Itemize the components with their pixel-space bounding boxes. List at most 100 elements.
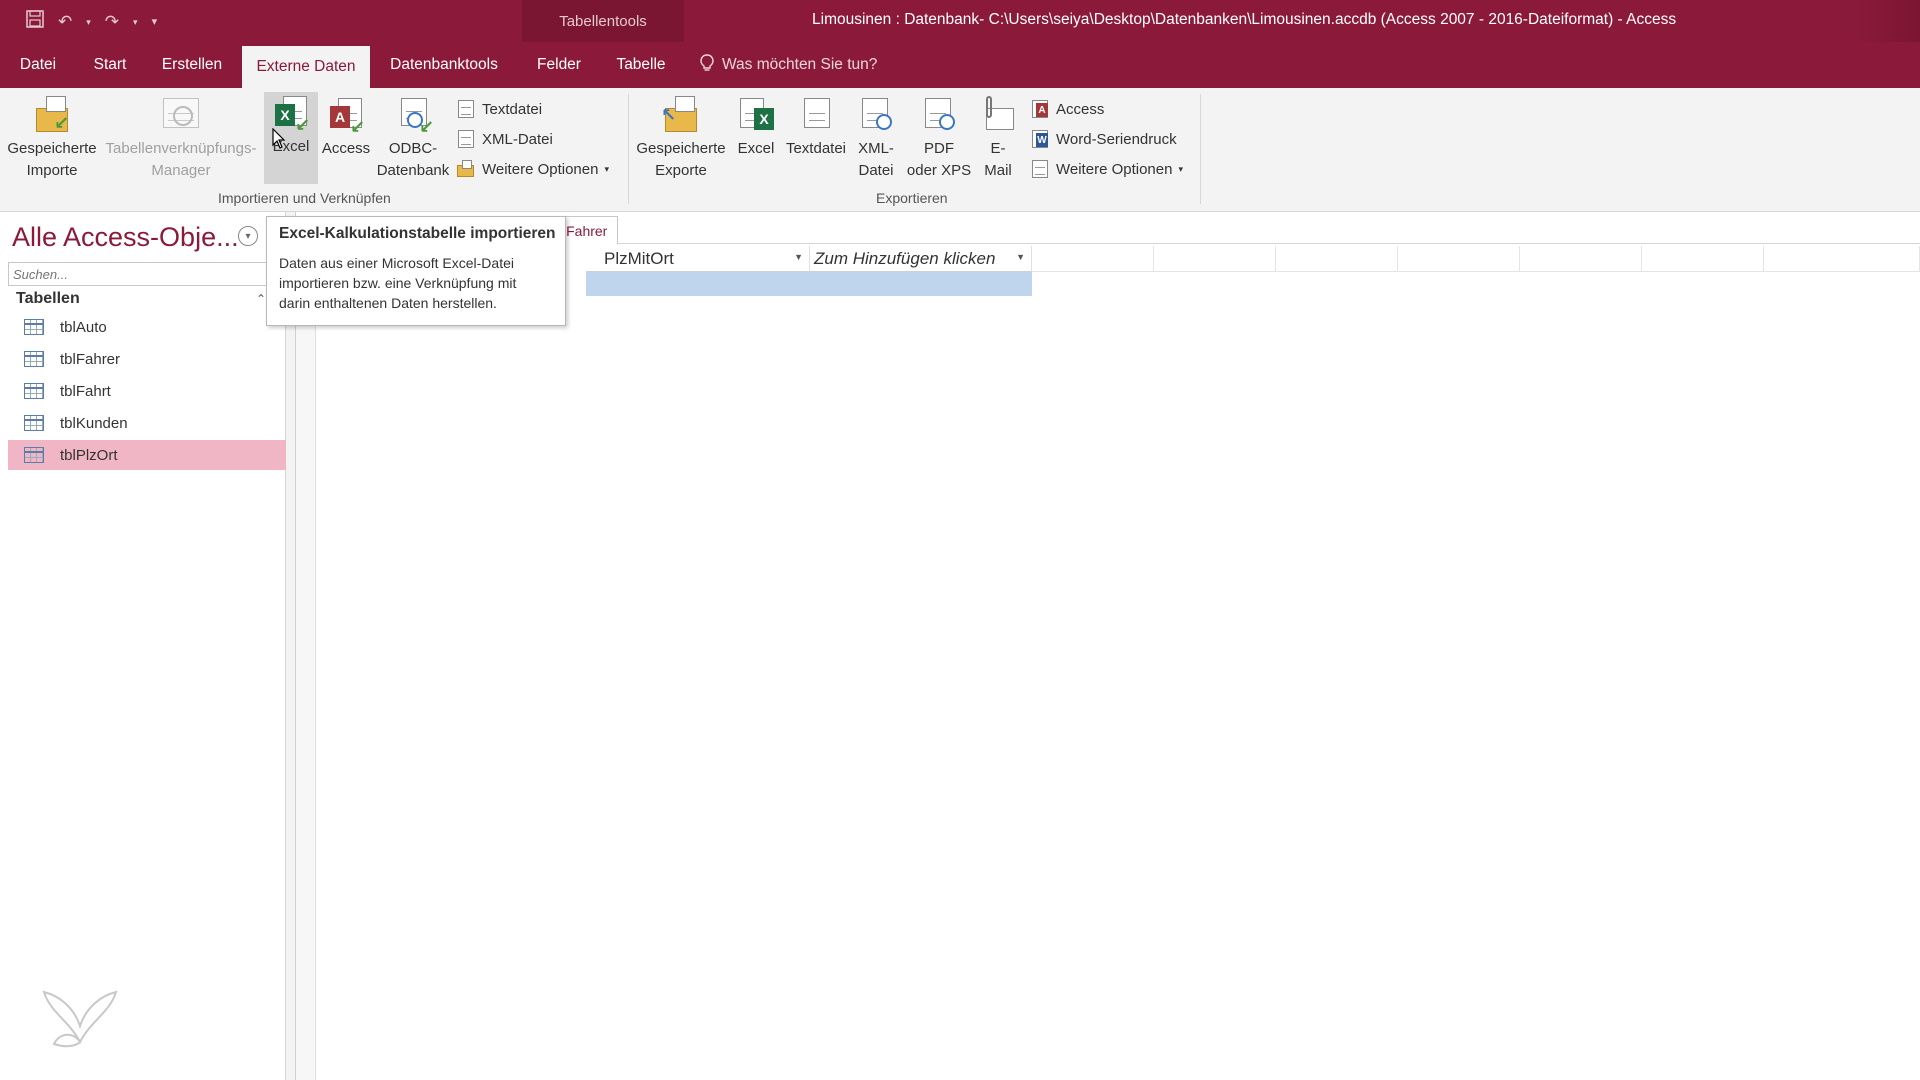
nav-search-input[interactable] <box>8 262 270 286</box>
tell-me-text: Was möchten Sie tun? <box>722 56 878 73</box>
column-dropdown-icon[interactable]: ▼ <box>794 252 803 262</box>
collapse-group-icon[interactable]: ⌃ <box>256 292 266 306</box>
quick-access-toolbar: ↶ ▾ ↷ ▾ ▾ <box>26 10 157 34</box>
table-icon <box>24 319 44 335</box>
undo-icon[interactable]: ↶ <box>58 11 72 33</box>
import-more-options-button[interactable]: Weitere Optionen ▾ <box>456 156 609 182</box>
export-xml-label-2: Datei <box>858 162 894 179</box>
more-import-options-icon <box>456 159 476 179</box>
nav-pane-title[interactable]: Alle Access-Obje... <box>12 222 239 253</box>
title-bar: ↶ ▾ ↷ ▾ ▾ Tabellentools Limousinen : Dat… <box>0 0 1920 88</box>
word-merge-icon: W <box>1030 129 1050 149</box>
tab-datenbanktools[interactable]: Datenbanktools <box>382 42 506 88</box>
export-email-label-2: Mail <box>984 162 1012 179</box>
butterfly-logo-icon <box>42 990 118 1048</box>
pdf-xps-export-icon <box>919 94 959 138</box>
export-xml-button[interactable]: XML- Datei <box>852 94 900 186</box>
export-access-button[interactable]: A Access <box>1030 96 1104 122</box>
tab-felder[interactable]: Felder <box>526 42 592 88</box>
saved-imports-icon: ↙ <box>32 94 72 138</box>
export-word-merge-button[interactable]: W Word-Seriendruck <box>1030 126 1177 152</box>
nav-item-tblauto[interactable]: tblAuto <box>8 312 286 342</box>
group-separator <box>628 94 629 204</box>
new-record-row[interactable] <box>586 272 1032 296</box>
table-icon <box>24 351 44 367</box>
xml-import-icon <box>456 129 476 149</box>
import-textfile-label: Textdatei <box>482 100 543 118</box>
nav-item-label: tblKunden <box>60 414 128 432</box>
chevron-down-icon: ▾ <box>604 163 609 174</box>
nav-item-tblplzort[interactable]: tblPlzOrt <box>8 440 286 470</box>
table-icon <box>24 415 44 431</box>
linked-table-manager-label-1: Tabellenverknüpfungs- <box>105 140 257 157</box>
tooltip-body: Daten aus einer Microsoft Excel-Datei im… <box>279 253 553 313</box>
access-export-icon: A <box>1030 99 1050 119</box>
nav-group-tables[interactable]: Tabellen <box>16 290 80 308</box>
email-export-icon <box>978 94 1018 138</box>
tooltip-line: darin enthaltenen Daten herstellen. <box>279 295 497 311</box>
import-xml-label: XML-Datei <box>482 130 553 148</box>
textfile-export-icon <box>796 94 836 138</box>
column-header-add[interactable]: Zum Hinzufügen klicken ▼ <box>810 246 1032 272</box>
import-access-button[interactable]: A ↙ Access <box>320 94 372 186</box>
tab-erstellen[interactable]: Erstellen <box>154 42 230 88</box>
export-group-label: Exportieren <box>876 190 948 206</box>
column-header-plzmitort[interactable]: PlzMitOrt ▼ <box>586 246 810 272</box>
redo-icon[interactable]: ↷ <box>105 11 119 33</box>
nav-item-tblkunden[interactable]: tblKunden <box>8 408 286 438</box>
textfile-import-icon <box>456 99 476 119</box>
ribbon-tab-row: Datei Start Erstellen Externe Daten Date… <box>0 42 1920 88</box>
context-tool-label: Tabellentools <box>522 0 684 42</box>
import-odbc-button[interactable]: ↙ ODBC- Datenbank <box>374 94 452 186</box>
saved-exports-label-1: Gespeicherte <box>636 140 726 157</box>
empty-column-cell <box>1032 246 1154 272</box>
import-textfile-button[interactable]: Textdatei <box>456 96 542 122</box>
export-pdf-xps-button[interactable]: PDF oder XPS <box>904 94 974 186</box>
import-group-label: Importieren und Verknüpfen <box>218 190 391 206</box>
export-email-label-1: E- <box>990 140 1006 157</box>
nav-pane-splitter[interactable] <box>286 212 296 1080</box>
row-selector-column[interactable] <box>296 244 316 1080</box>
empty-column-cell <box>1398 246 1520 272</box>
nav-menu-chevron-icon[interactable]: ▾ <box>238 226 258 246</box>
linked-table-manager-button[interactable]: Tabellenverknüpfungs- Manager <box>102 94 260 186</box>
export-word-merge-label: Word-Seriendruck <box>1056 130 1177 148</box>
tooltip-line: Daten aus einer Microsoft Excel-Datei <box>279 255 514 271</box>
redo-dropdown-icon[interactable]: ▾ <box>133 11 138 33</box>
export-textfile-button[interactable]: Textdatei <box>782 94 850 186</box>
linked-table-manager-label-2: Manager <box>151 162 211 179</box>
saved-imports-button[interactable]: ↙ Gespeicherte Importe <box>6 94 98 186</box>
tab-datei[interactable]: Datei <box>8 42 68 88</box>
export-email-button[interactable]: E- Mail <box>976 94 1020 186</box>
export-excel-label: Excel <box>737 140 775 157</box>
xml-export-icon <box>856 94 896 138</box>
save-icon[interactable] <box>26 10 44 34</box>
nav-item-tblfahrer[interactable]: tblFahrer <box>8 344 286 374</box>
export-xml-label-1: XML- <box>858 140 894 157</box>
odbc-database-icon: ↙ <box>393 94 434 138</box>
tell-me-box[interactable]: Was möchten Sie tun? <box>700 42 877 88</box>
nav-item-tblfahrt[interactable]: tblFahrt <box>8 376 286 406</box>
export-excel-button[interactable]: X Excel <box>730 94 782 186</box>
import-xml-button[interactable]: XML-Datei <box>456 126 553 152</box>
customize-qat-icon[interactable]: ▾ <box>152 11 158 33</box>
column-header-label: Zum Hinzufügen klicken <box>814 248 996 268</box>
window-title: Limousinen : Datenbank- C:\Users\seiya\D… <box>812 11 1677 28</box>
group-separator <box>1200 94 1201 204</box>
nav-item-label: tblPlzOrt <box>60 446 118 464</box>
nav-item-label: tblFahrer <box>60 350 121 368</box>
saved-exports-label-2: Exporte <box>655 162 707 179</box>
tab-start[interactable]: Start <box>84 42 136 88</box>
lightbulb-icon <box>700 53 714 77</box>
column-dropdown-icon[interactable]: ▼ <box>1016 252 1025 262</box>
import-access-label: Access <box>321 140 371 157</box>
export-access-label: Access <box>1056 100 1105 118</box>
tab-tabelle[interactable]: Tabelle <box>610 42 672 88</box>
undo-dropdown-icon[interactable]: ▾ <box>86 11 91 33</box>
table-icon <box>24 447 44 463</box>
tab-externe-daten[interactable]: Externe Daten <box>242 46 370 88</box>
saved-exports-button[interactable]: ↖ Gespeicherte Exporte <box>634 94 728 186</box>
saved-exports-icon: ↖ <box>661 94 701 138</box>
export-more-options-button[interactable]: Weitere Optionen ▾ <box>1030 156 1183 182</box>
saved-imports-label-2: Importe <box>26 162 78 179</box>
